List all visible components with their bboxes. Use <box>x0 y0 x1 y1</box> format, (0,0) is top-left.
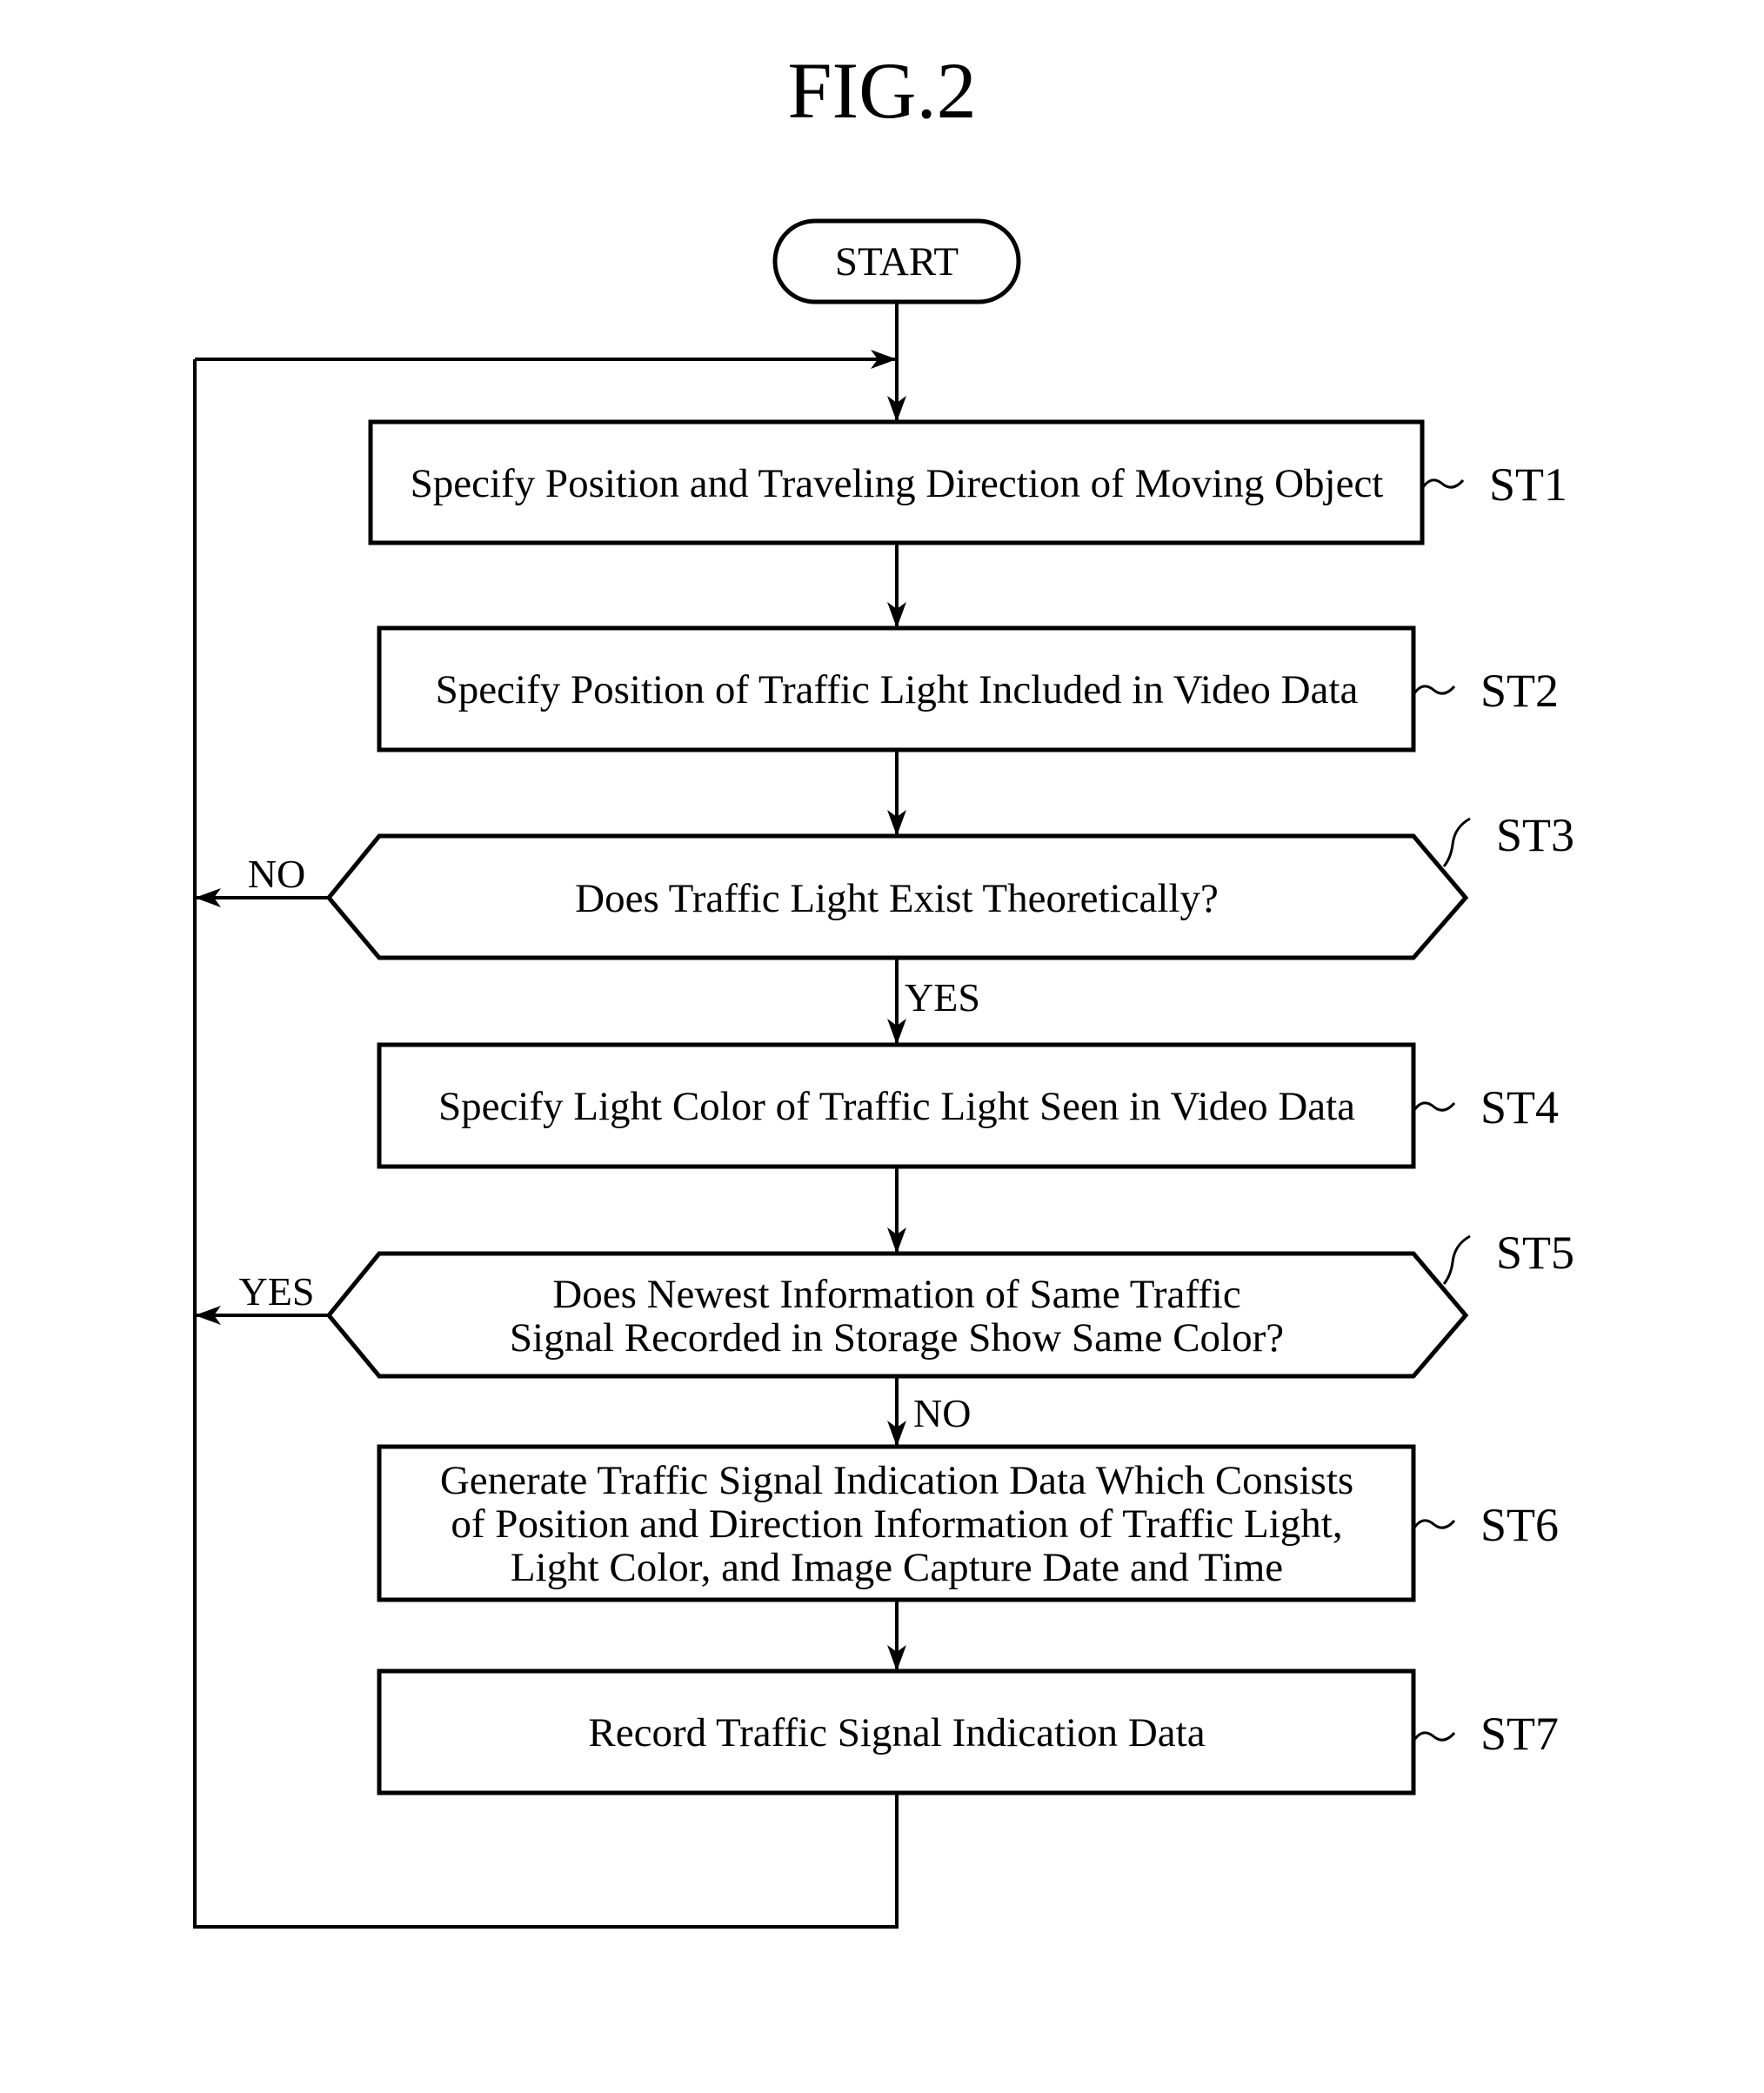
start-label: START <box>835 239 959 284</box>
tilde-icon <box>1413 1101 1456 1112</box>
step-st7-text: Record Traffic Signal Indication Data <box>588 1710 1205 1755</box>
figure-title: FIG.2 <box>787 46 976 135</box>
step-st1-text: Specify Position and Traveling Direction… <box>411 461 1384 506</box>
tilde-icon <box>1413 1519 1456 1529</box>
step-ref-label: ST4 <box>1480 1081 1559 1133</box>
tilde-icon <box>1413 1731 1456 1742</box>
step-st2-text: Specify Position of Traffic Light Includ… <box>436 667 1359 712</box>
tilde-icon <box>1413 685 1456 695</box>
branch-label-down: YES <box>905 975 980 1020</box>
step-ref-label: ST3 <box>1496 809 1574 861</box>
branch-label-down: NO <box>913 1391 971 1435</box>
step-ref-label: ST7 <box>1480 1708 1559 1760</box>
step-ref-label: ST2 <box>1480 665 1559 717</box>
branch-label-left: YES <box>239 1269 315 1314</box>
tilde-icon <box>1442 1234 1471 1285</box>
flowchart: FIG.2 START Specify Position and Traveli… <box>193 46 1574 1929</box>
step-st4-text: Specify Light Color of Traffic Light See… <box>438 1084 1355 1129</box>
ref-leaders <box>1413 478 1471 1742</box>
step-ref-label: ST5 <box>1496 1227 1574 1279</box>
step-st5-text: Signal Recorded in Storage Show Same Col… <box>510 1315 1284 1361</box>
step-st6-text: Generate Traffic Signal Indication Data … <box>440 1458 1353 1503</box>
branch-label-left: NO <box>248 852 305 896</box>
step-ref-label: ST1 <box>1489 458 1567 511</box>
tilde-icon <box>1442 817 1471 867</box>
tilde-icon <box>1421 478 1465 489</box>
step-st5-text: Does Newest Information of Same Traffic <box>552 1272 1240 1317</box>
step-st3-text: Does Traffic Light Exist Theoretically? <box>575 876 1219 921</box>
step-st6-text: of Position and Direction Information of… <box>451 1501 1342 1547</box>
step-st6-text: Light Color, and Image Capture Date and … <box>511 1545 1283 1590</box>
step-ref-label: ST6 <box>1480 1499 1559 1551</box>
